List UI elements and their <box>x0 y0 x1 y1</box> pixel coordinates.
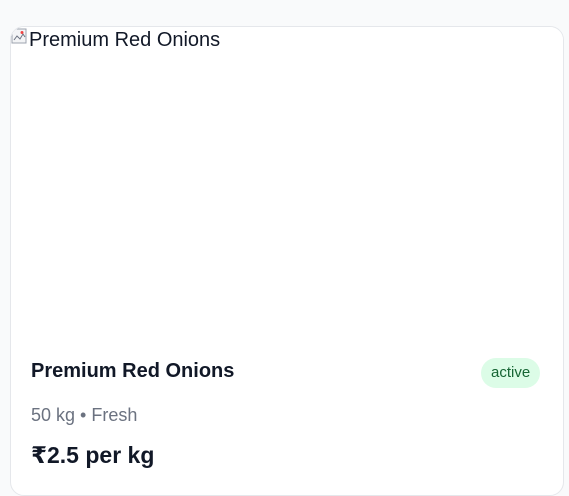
image-alt-text: Premium Red Onions <box>29 29 221 51</box>
status-badge: active <box>481 358 541 388</box>
product-price: ₹2.5 per kg <box>31 442 155 468</box>
product-title: Premium Red Onions <box>31 360 235 382</box>
product-meta: 50 kg • Fresh <box>31 405 138 425</box>
broken-image: Premium Red Onions <box>11 27 220 55</box>
broken-image-icon <box>11 28 27 44</box>
product-card[interactable]: Premium Red Onions Premium Red Onions ac… <box>10 26 564 496</box>
product-image: Premium Red Onions <box>11 27 563 337</box>
